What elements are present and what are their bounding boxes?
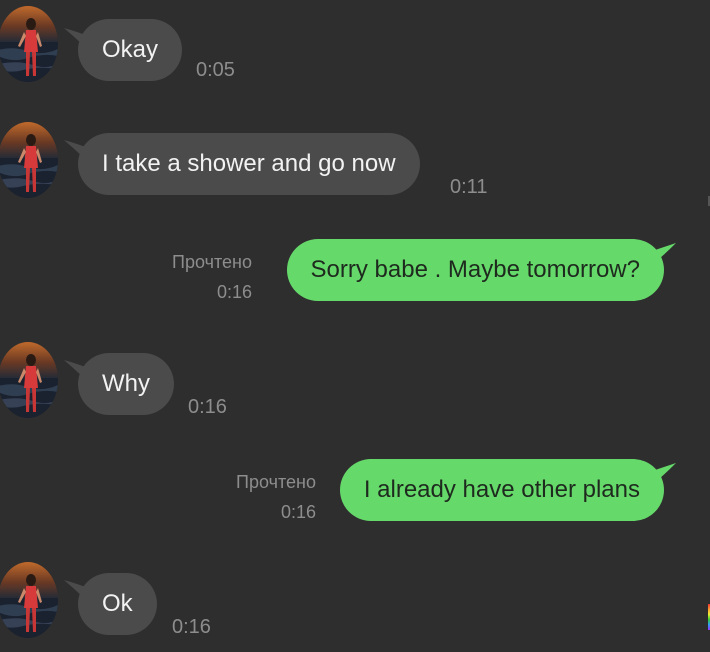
avatar-photo-icon bbox=[0, 574, 58, 638]
contact-avatar[interactable] bbox=[0, 6, 58, 82]
avatar-photo-icon bbox=[0, 354, 58, 418]
read-status: Прочтено bbox=[172, 252, 252, 272]
contact-avatar[interactable] bbox=[0, 342, 58, 418]
bubble-tail-icon bbox=[652, 243, 676, 265]
outgoing-message-bubble[interactable]: I already have other plans bbox=[339, 459, 664, 521]
message-timestamp: 0:16 bbox=[216, 282, 252, 302]
contact-avatar[interactable] bbox=[0, 122, 58, 198]
message-timestamp: 0:11 bbox=[450, 176, 488, 198]
message-timestamp: 0:05 bbox=[196, 59, 235, 81]
bubble-tail-icon bbox=[652, 463, 676, 485]
avatar-photo-icon bbox=[0, 134, 58, 198]
message-timestamp: 0:16 bbox=[280, 502, 316, 522]
message-timestamp: 0:16 bbox=[172, 616, 211, 638]
incoming-message-bubble[interactable]: Why bbox=[78, 353, 174, 415]
message-timestamp: 0:16 bbox=[188, 396, 227, 418]
read-status: Прочтено bbox=[236, 472, 316, 492]
avatar-photo-icon bbox=[0, 18, 58, 82]
incoming-message-bubble[interactable]: Okay bbox=[78, 19, 183, 81]
contact-avatar[interactable] bbox=[0, 562, 58, 638]
incoming-message-bubble[interactable]: I take a shower and go now bbox=[78, 133, 420, 195]
incoming-message-bubble[interactable]: Ok bbox=[78, 573, 157, 635]
outgoing-message-bubble[interactable]: Sorry babe . Maybe tomorrow? bbox=[286, 239, 664, 301]
